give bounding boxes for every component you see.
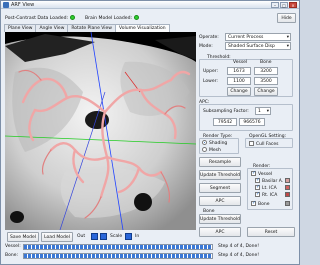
col-bone-label: Bone bbox=[260, 60, 272, 65]
settings-panel: Operate: Current Process Mode: Shaded Su… bbox=[197, 32, 297, 230]
render-vessel-checkbox[interactable]: Vessel bbox=[251, 170, 272, 177]
render-basilar-check-icon[interactable] bbox=[255, 177, 260, 183]
render-bone-checkbox[interactable]: Bone bbox=[251, 200, 270, 207]
mesh-radio[interactable]: Mesh bbox=[202, 147, 221, 153]
bone-progress-status: Step 4 of 4, Done! bbox=[218, 253, 260, 258]
zoom-out-icon[interactable] bbox=[91, 233, 98, 240]
close-icon[interactable]: × bbox=[289, 2, 297, 8]
brain-model-label: Brain Model Loaded: bbox=[85, 16, 133, 21]
window-controls: – □ × bbox=[271, 2, 297, 8]
shading-radio[interactable]: Shading bbox=[202, 140, 227, 146]
mode-label: Mode: bbox=[199, 44, 213, 49]
change-bone-button[interactable]: Change bbox=[254, 87, 278, 96]
vessel-progress-status: Step 4 of 4, Done! bbox=[218, 244, 260, 249]
update-threshold-bone-button[interactable]: Update Threshold bbox=[199, 214, 241, 224]
shading-radio-icon[interactable] bbox=[202, 140, 207, 145]
lower-label: Lower: bbox=[203, 79, 218, 84]
vessel-progress-fill bbox=[24, 245, 212, 249]
resample-button[interactable]: Resample bbox=[199, 157, 241, 167]
render-rt-ica-check-icon[interactable] bbox=[255, 191, 260, 197]
tab-angle-view[interactable]: Angle View bbox=[35, 24, 69, 32]
mode-select[interactable]: Shaded Surface Disp bbox=[225, 42, 291, 50]
shading-label: Shading bbox=[209, 141, 228, 146]
cull-faces-check-icon[interactable] bbox=[249, 141, 254, 146]
load-model-button[interactable]: Load Model bbox=[41, 232, 73, 242]
lower-vessel-field[interactable]: 1100 bbox=[227, 77, 251, 85]
bone-progress-fill bbox=[24, 254, 212, 258]
app-icon bbox=[3, 2, 9, 8]
reset-button[interactable]: Reset bbox=[247, 227, 295, 237]
rt-ica-color-swatch[interactable] bbox=[285, 192, 290, 197]
scale-label: Scale bbox=[110, 234, 123, 239]
bone-progress-bar bbox=[23, 253, 213, 259]
render-lt-ica-label: Lt. ICA bbox=[262, 186, 277, 191]
bone-progress-label: Bone: bbox=[5, 253, 18, 258]
bone-color-swatch[interactable] bbox=[285, 201, 290, 206]
subsampling-select[interactable]: 1 bbox=[255, 107, 271, 115]
segment-button[interactable]: Segment bbox=[199, 183, 241, 193]
out-label: Out bbox=[77, 234, 86, 239]
mesh-radio-icon[interactable] bbox=[202, 147, 207, 152]
render-vessel-check-icon[interactable] bbox=[251, 170, 256, 176]
post-contrast-status: Post-Contrast Data Loaded: bbox=[5, 15, 76, 21]
volume-3d-viewport[interactable] bbox=[5, 32, 196, 230]
window-title: ARF View bbox=[11, 2, 35, 8]
cull-faces-checkbox[interactable]: Cull Faces bbox=[249, 141, 278, 147]
render-rt-ica-label: Rt. ICA bbox=[262, 193, 278, 198]
title-bar: ARF View – □ × bbox=[1, 1, 299, 9]
upper-bone-field[interactable]: 3200 bbox=[254, 67, 278, 75]
in-label: In bbox=[135, 234, 140, 239]
render-basilar-label: Basilar A. bbox=[262, 179, 284, 184]
mesh-label: Mesh bbox=[209, 148, 221, 153]
apc-button[interactable]: APC bbox=[199, 196, 241, 206]
upper-vessel-field[interactable]: 1673 bbox=[227, 67, 251, 75]
bone-progress-row: Bone: Step 4 of 4, Done! bbox=[5, 253, 297, 260]
minimize-icon[interactable]: – bbox=[271, 2, 279, 8]
update-threshold-button[interactable]: Update Threshold bbox=[199, 170, 241, 180]
lt-ica-color-swatch[interactable] bbox=[285, 185, 290, 190]
maximize-icon[interactable]: □ bbox=[280, 2, 288, 8]
brain-model-status: Brain Model Loaded: bbox=[85, 15, 140, 21]
brain-model-led-icon bbox=[134, 15, 140, 20]
scale-control: Out Scale In bbox=[77, 231, 157, 243]
operate-select[interactable]: Current Process bbox=[225, 33, 291, 41]
post-contrast-led-icon bbox=[70, 15, 76, 20]
apc-bottom-button[interactable]: APC bbox=[199, 227, 241, 237]
render-bone-check-icon[interactable] bbox=[251, 200, 256, 206]
lower-bone-field[interactable]: 3500 bbox=[254, 77, 278, 85]
render-rt-ica-checkbox[interactable]: Rt. ICA bbox=[255, 191, 278, 198]
hide-button[interactable]: Hide bbox=[277, 13, 296, 23]
tab-rotate-plane-view[interactable]: Rotate Plane View bbox=[67, 24, 116, 32]
vessel-progress-row: Vessel: Step 4 of 4, Done! bbox=[5, 244, 297, 251]
upper-label: Upper: bbox=[203, 69, 219, 74]
count-b-field: 966576 bbox=[239, 118, 265, 126]
tab-plane-view[interactable]: Plane View bbox=[4, 24, 37, 32]
subsampling-label: Subsampling Factor: bbox=[203, 109, 249, 114]
render-bone-label: Bone bbox=[258, 202, 270, 207]
vessel-progress-label: Vessel: bbox=[5, 244, 21, 249]
app-window: ARF View – □ × Post-Contrast Data Loaded… bbox=[0, 0, 300, 265]
save-model-button[interactable]: Save Model bbox=[7, 232, 39, 242]
zoom-mid-icon[interactable] bbox=[100, 233, 107, 240]
post-contrast-label: Post-Contrast Data Loaded: bbox=[5, 16, 69, 21]
cull-faces-label: Cull Faces bbox=[256, 142, 279, 147]
basilar-color-swatch[interactable] bbox=[285, 178, 290, 183]
skull-vessel-render bbox=[5, 32, 196, 230]
render-lt-ica-check-icon[interactable] bbox=[255, 184, 260, 190]
operate-label: Operate: bbox=[199, 35, 219, 40]
count-a-field: 79542 bbox=[213, 118, 237, 126]
zoom-in-icon[interactable] bbox=[125, 233, 132, 240]
vessel-progress-bar bbox=[23, 244, 213, 250]
col-vessel-label: Vessel bbox=[233, 60, 248, 65]
change-vessel-button[interactable]: Change bbox=[227, 87, 251, 96]
